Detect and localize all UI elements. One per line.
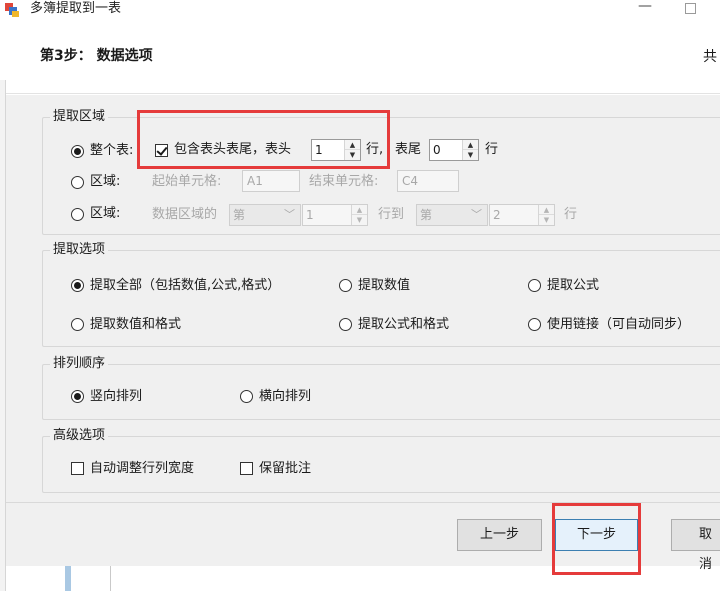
to-row-label: 行到 (378, 207, 405, 222)
spin-down-icon[interactable]: ▼ (345, 150, 360, 160)
spin-down-icon[interactable]: ▼ (352, 215, 367, 225)
header-rows-spinner[interactable]: 1 ▲ ▼ (311, 139, 361, 161)
footer-label: 表尾 (395, 142, 422, 157)
spin-up-icon[interactable]: ▲ (539, 205, 554, 215)
spin-up-icon[interactable]: ▲ (352, 205, 367, 215)
background-area (0, 566, 720, 591)
spin-down-icon[interactable]: ▼ (463, 150, 478, 160)
checkbox-include-header-footer[interactable] (155, 144, 168, 157)
horizontal-label: 横向排列 (259, 389, 312, 404)
to-row-combo-value: 第 (420, 208, 433, 222)
spin-down-icon[interactable]: ▼ (539, 215, 554, 225)
radio-whole-table[interactable] (71, 145, 84, 158)
range-rows-label: 区域: (90, 206, 121, 221)
chevron-down-icon: ﹀ (284, 208, 295, 221)
radio-extract-values[interactable] (339, 279, 352, 292)
include-header-footer-label: 包含表头表尾，表头 (174, 142, 292, 157)
end-cell-label: 结束单元格: (309, 174, 379, 189)
keep-comments-label: 保留批注 (259, 461, 312, 476)
background-scrollbar (65, 566, 71, 591)
checkbox-keep-comments[interactable] (240, 462, 253, 475)
order-title: 排列顺序 (50, 356, 109, 372)
next-button[interactable]: 下一步 (555, 519, 638, 551)
radio-formulas-formats[interactable] (339, 318, 352, 331)
use-links-label: 使用链接（可自动同步） (547, 317, 691, 332)
title-bar[interactable]: 多簿提取到一表 — (0, 0, 720, 22)
checkbox-autofit[interactable] (71, 462, 84, 475)
start-cell-label: 起始单元格: (152, 174, 222, 189)
spin-up-icon[interactable]: ▲ (345, 140, 360, 150)
whole-table-label: 整个表: (90, 143, 134, 158)
radio-values-formats[interactable] (71, 318, 84, 331)
from-row-combo-value: 第 (233, 208, 246, 222)
radio-range-cells[interactable] (71, 176, 84, 189)
cancel-button[interactable]: 取消 (671, 519, 720, 572)
chevron-down-icon: ﹀ (471, 208, 482, 221)
from-row-combo[interactable]: 第 ﹀ (229, 204, 301, 226)
autofit-label: 自动调整行列宽度 (90, 461, 195, 476)
footer-rows-value: 0 (433, 143, 441, 157)
radio-use-links[interactable] (528, 318, 541, 331)
start-cell-value: A1 (247, 174, 263, 188)
radio-range-rows[interactable] (71, 208, 84, 221)
radio-extract-all[interactable] (71, 279, 84, 292)
extract-formulas-label: 提取公式 (547, 278, 600, 293)
values-formats-label: 提取数值和格式 (90, 317, 182, 332)
to-row-spinner[interactable]: 2 ▲ ▼ (489, 204, 555, 226)
order-group (42, 364, 720, 420)
minimize-icon[interactable]: — (637, 0, 653, 16)
formulas-formats-label: 提取公式和格式 (358, 317, 450, 332)
dialog-window: 多簿提取到一表 — 第3步： 数据选项 共 提取区域 整个表: 包含表头表尾，表… (0, 0, 720, 575)
range-cells-label: 区域: (90, 174, 121, 189)
background-divider (110, 566, 111, 591)
spin-up-icon[interactable]: ▲ (463, 140, 478, 150)
vertical-label: 竖向排列 (90, 389, 143, 404)
end-cell-value: C4 (402, 174, 419, 188)
range-rows-unit: 行 (564, 207, 578, 222)
footer-rows-spinner[interactable]: 0 ▲ ▼ (429, 139, 479, 161)
from-row-value: 1 (306, 208, 314, 222)
to-row-combo[interactable]: 第 ﹀ (416, 204, 488, 226)
extract-all-label: 提取全部（包括数值,公式,格式） (90, 278, 281, 293)
window-title: 多簿提取到一表 (30, 1, 122, 16)
footer-unit-label: 行 (485, 142, 499, 157)
start-cell-input[interactable]: A1 (242, 170, 300, 192)
radio-vertical[interactable] (71, 390, 84, 403)
step-title: 第3步： 数据选项 (40, 48, 153, 64)
header-rows-value: 1 (315, 143, 323, 157)
end-cell-input[interactable]: C4 (397, 170, 459, 192)
header-unit-label: 行, (366, 142, 384, 157)
extract-options-title: 提取选项 (50, 242, 109, 258)
background-left-edge (0, 80, 6, 591)
prev-button[interactable]: 上一步 (457, 519, 542, 551)
range-rows-prefix: 数据区域的 (152, 207, 218, 222)
advanced-title: 高级选项 (50, 428, 109, 444)
header-right-text: 共 (703, 49, 717, 65)
radio-horizontal[interactable] (240, 390, 253, 403)
extract-region-title: 提取区域 (50, 109, 109, 125)
maximize-icon[interactable] (685, 3, 696, 14)
extract-values-label: 提取数值 (358, 278, 411, 293)
app-icon (5, 3, 19, 17)
to-row-value: 2 (493, 208, 501, 222)
radio-extract-formulas[interactable] (528, 279, 541, 292)
from-row-spinner[interactable]: 1 ▲ ▼ (302, 204, 368, 226)
